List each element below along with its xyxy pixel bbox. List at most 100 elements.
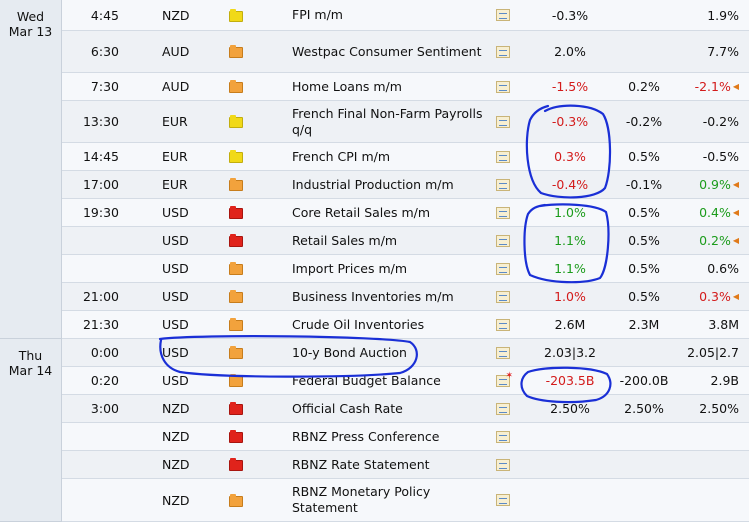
- details-icon[interactable]: ✶: [496, 371, 513, 387]
- event-time: [62, 479, 119, 521]
- calendar-row[interactable]: 21:00 USD Business Inventories m/m 1.0% 0.5%…: [62, 283, 749, 311]
- details-icon[interactable]: [496, 430, 510, 443]
- event-name[interactable]: Industrial Production m/m: [292, 171, 492, 198]
- event-name[interactable]: Core Retail Sales m/m: [292, 199, 492, 226]
- calendar-row[interactable]: 0:20 USD Federal Budget Balance ✶ -203.5B -20…: [62, 367, 749, 395]
- revised-flag-icon: ◀: [732, 180, 739, 189]
- details-cell: [494, 451, 512, 478]
- event-name[interactable]: RBNZ Rate Statement: [292, 451, 492, 478]
- calendar-row[interactable]: NZD RBNZ Rate Statement: [62, 451, 749, 479]
- event-time: 0:20: [90, 373, 119, 388]
- calendar-row[interactable]: 14:45 EUR French CPI m/m 0.3% 0.5% -0.5%: [62, 143, 749, 171]
- calendar-row[interactable]: NZD RBNZ Monetary Policy Statement: [62, 479, 749, 522]
- impact-low-icon: [229, 115, 243, 128]
- event-name[interactable]: RBNZ Press Conference: [292, 423, 492, 450]
- forecast-value: 0.5%: [628, 233, 660, 248]
- actual-value: 1.1%: [554, 233, 586, 248]
- previous-value: 2.05|2.7: [687, 345, 739, 360]
- details-cell: [494, 143, 512, 170]
- calendar-row[interactable]: USD Retail Sales m/m 1.1% 0.5% 0.2% ◀: [62, 227, 749, 255]
- previous-value: 2.50%: [699, 401, 739, 416]
- impact-indicator: [229, 227, 243, 254]
- details-icon[interactable]: [496, 290, 510, 303]
- actual-value: 1.0%: [554, 205, 586, 220]
- currency-code: EUR: [162, 177, 188, 192]
- details-icon[interactable]: [496, 402, 510, 415]
- details-icon[interactable]: [496, 45, 510, 58]
- event-name[interactable]: French Final Non-Farm Payrolls q/q: [292, 101, 492, 142]
- calendar-row[interactable]: 19:30 USD Core Retail Sales m/m 1.0% 0.5% 0.4…: [62, 199, 749, 227]
- impact-low-icon: [229, 8, 243, 22]
- calendar-row[interactable]: 21:30 USD Crude Oil Inventories 2.6M 2.3M 3.8…: [62, 311, 749, 339]
- event-name[interactable]: Retail Sales m/m: [292, 227, 492, 254]
- forecast-value: [614, 479, 674, 521]
- event-time: 0:00: [90, 345, 119, 360]
- impact-medium-icon: [229, 318, 243, 331]
- impact-high-icon: [229, 458, 243, 471]
- details-icon[interactable]: [496, 346, 510, 359]
- calendar-row[interactable]: 4:45 NZD FPI m/m -0.3% 1.9%: [62, 0, 749, 31]
- details-cell: [494, 423, 512, 450]
- previous-value: 1.9%: [707, 7, 739, 23]
- details-icon[interactable]: [496, 115, 510, 128]
- event-name[interactable]: FPI m/m: [292, 0, 492, 30]
- calendar-row[interactable]: 17:00 EUR Industrial Production m/m -0.4% -0…: [62, 171, 749, 199]
- details-icon[interactable]: [496, 262, 510, 275]
- details-cell: [494, 479, 512, 521]
- calendar-row[interactable]: 3:00 NZD Official Cash Rate 2.50% 2.50% 2.50%: [62, 395, 749, 423]
- currency-code: AUD: [162, 44, 190, 59]
- details-icon[interactable]: [496, 9, 510, 21]
- calendar-row[interactable]: 13:30 EUR French Final Non-Farm Payrolls q…: [62, 101, 749, 143]
- economic-calendar: Wed Mar 13 Thu Mar 14 4:45 NZD FPI m/m -0.3% 1.9…: [0, 0, 749, 522]
- event-name[interactable]: Crude Oil Inventories: [292, 311, 492, 338]
- event-name[interactable]: RBNZ Monetary Policy Statement: [292, 479, 492, 521]
- calendar-row[interactable]: 7:30 AUD Home Loans m/m -1.5% 0.2% -2.1% ◀: [62, 73, 749, 101]
- impact-medium-icon: [229, 45, 243, 58]
- event-name[interactable]: Home Loans m/m: [292, 73, 492, 100]
- event-time: 14:45: [82, 149, 119, 164]
- forecast-value: [614, 31, 674, 72]
- forecast-value: [614, 0, 674, 30]
- details-icon[interactable]: [496, 234, 510, 247]
- currency-code: USD: [162, 289, 189, 304]
- forecast-value: 0.5%: [628, 149, 660, 164]
- details-cell: [494, 31, 512, 72]
- calendar-row[interactable]: NZD RBNZ Press Conference: [62, 423, 749, 451]
- details-icon[interactable]: [496, 150, 510, 163]
- actual-value: -0.4%: [551, 177, 589, 192]
- details-icon[interactable]: [496, 494, 510, 506]
- impact-indicator: [229, 367, 243, 394]
- actual-value: [530, 451, 610, 478]
- previous-value: [674, 423, 739, 450]
- event-time: [62, 255, 119, 282]
- event-name[interactable]: Official Cash Rate: [292, 395, 492, 422]
- day-cell: Thu Mar 14: [0, 339, 62, 522]
- details-icon[interactable]: [496, 318, 510, 331]
- impact-high-icon: [229, 430, 243, 443]
- day-date: Mar 14: [8, 363, 53, 378]
- event-name[interactable]: Federal Budget Balance: [292, 367, 492, 394]
- previous-value: [674, 451, 739, 478]
- details-icon[interactable]: [496, 80, 510, 93]
- forecast-value: 0.5%: [628, 289, 660, 304]
- event-name[interactable]: 10-y Bond Auction: [292, 339, 492, 366]
- impact-indicator: [229, 171, 243, 198]
- calendar-row[interactable]: USD Import Prices m/m 1.1% 0.5% 0.6%: [62, 255, 749, 283]
- details-icon[interactable]: [496, 206, 510, 219]
- event-name[interactable]: Business Inventories m/m: [292, 283, 492, 310]
- details-icon[interactable]: [496, 178, 510, 191]
- event-name[interactable]: Import Prices m/m: [292, 255, 492, 282]
- forecast-value: -0.2%: [625, 114, 663, 129]
- impact-indicator: [229, 255, 243, 282]
- impact-medium-icon: [229, 290, 243, 303]
- previous-value: -0.2%: [702, 114, 739, 129]
- event-name[interactable]: French CPI m/m: [292, 143, 492, 170]
- event-name[interactable]: Westpac Consumer Sentiment: [292, 31, 492, 72]
- actual-value: [530, 423, 610, 450]
- details-icon[interactable]: [496, 458, 510, 471]
- actual-value: 1.0%: [554, 289, 586, 304]
- details-cell: [494, 101, 512, 142]
- calendar-row[interactable]: 0:00 USD 10-y Bond Auction 2.03|3.2 2.05|2.7: [62, 339, 749, 367]
- impact-high-icon: [229, 234, 243, 247]
- calendar-row[interactable]: 6:30 AUD Westpac Consumer Sentiment 2.0% 7.7…: [62, 31, 749, 73]
